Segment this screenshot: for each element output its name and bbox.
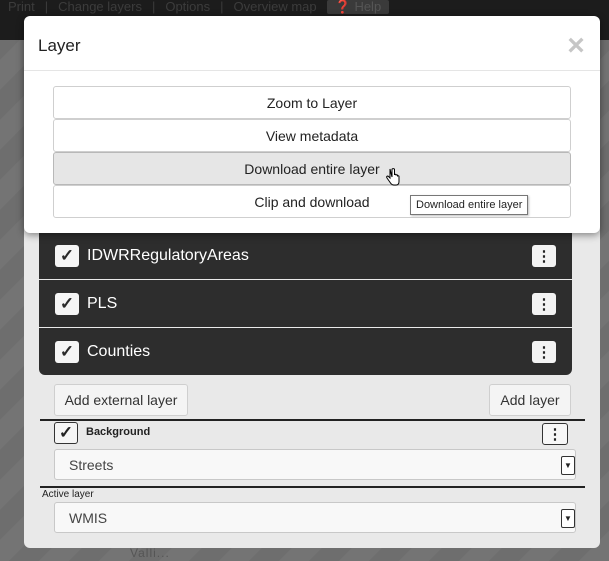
toolbar-change-layers[interactable]: Change layers	[58, 0, 142, 14]
active-layer-select[interactable]: WMIS ▼	[54, 502, 576, 533]
layer-row-pls[interactable]: ✓ PLS ⋮	[39, 280, 572, 327]
zoom-to-layer-button[interactable]: Zoom to Layer	[53, 86, 571, 119]
toolbar-separator: |	[151, 0, 156, 14]
modal-header: Layer ×	[24, 16, 600, 71]
background-checkbox[interactable]: ✓	[54, 422, 78, 444]
kebab-menu-icon[interactable]: ⋮	[532, 293, 556, 315]
layers-panel: ✓ IDWRRegulatoryAreas ⋮ ✓ PLS ⋮ ✓ Counti…	[24, 222, 600, 548]
toolbar-separator: |	[44, 0, 49, 14]
hand-pointer-icon	[386, 168, 400, 186]
active-layer-select-value: WMIS	[69, 509, 108, 526]
background-select-value: Streets	[69, 456, 114, 473]
kebab-menu-icon[interactable]: ⋮	[532, 341, 556, 363]
kebab-menu-icon[interactable]: ⋮	[532, 245, 556, 267]
background-menu-icon[interactable]: ⋮	[542, 423, 568, 445]
help-icon: ❓	[334, 0, 351, 14]
checkmark-icon[interactable]: ✓	[55, 340, 79, 363]
checkmark-icon[interactable]: ✓	[55, 292, 79, 315]
layer-name: PLS	[87, 294, 118, 312]
close-icon[interactable]: ×	[564, 31, 588, 61]
toolbar-help-button[interactable]: ❓ Help	[326, 0, 390, 14]
add-layer-button[interactable]: Add layer	[489, 384, 571, 416]
help-label: Help	[354, 0, 382, 14]
toolbar-overview-map[interactable]: Overview map	[234, 0, 317, 14]
layer-row-counties[interactable]: ✓ Counties ⋮	[39, 328, 572, 375]
layer-name: Counties	[87, 342, 151, 360]
divider	[40, 486, 585, 488]
toolbar-options[interactable]: Options	[165, 0, 210, 14]
layer-row-idwr[interactable]: ✓ IDWRRegulatoryAreas ⋮	[39, 232, 572, 279]
checkmark-icon[interactable]: ✓	[55, 244, 79, 267]
background-select[interactable]: Streets ▼	[54, 449, 576, 480]
map-label: Valli...	[130, 546, 170, 560]
add-external-layer-button[interactable]: Add external layer	[54, 384, 188, 416]
dropdown-arrow-icon[interactable]: ▼	[561, 509, 575, 528]
view-metadata-button[interactable]: View metadata	[53, 119, 571, 152]
divider	[40, 419, 585, 421]
toolbar-print[interactable]: Print	[8, 0, 35, 14]
active-layer-label: Active layer	[42, 489, 94, 500]
background-label: Background	[86, 426, 151, 438]
dropdown-arrow-icon[interactable]: ▼	[561, 456, 575, 475]
toolbar-separator: |	[220, 0, 224, 14]
layer-name: IDWRRegulatoryAreas	[87, 246, 249, 264]
download-entire-layer-button[interactable]: Download entire layer	[53, 152, 571, 185]
modal-title: Layer	[38, 36, 81, 55]
tooltip: Download entire layer	[410, 195, 529, 215]
